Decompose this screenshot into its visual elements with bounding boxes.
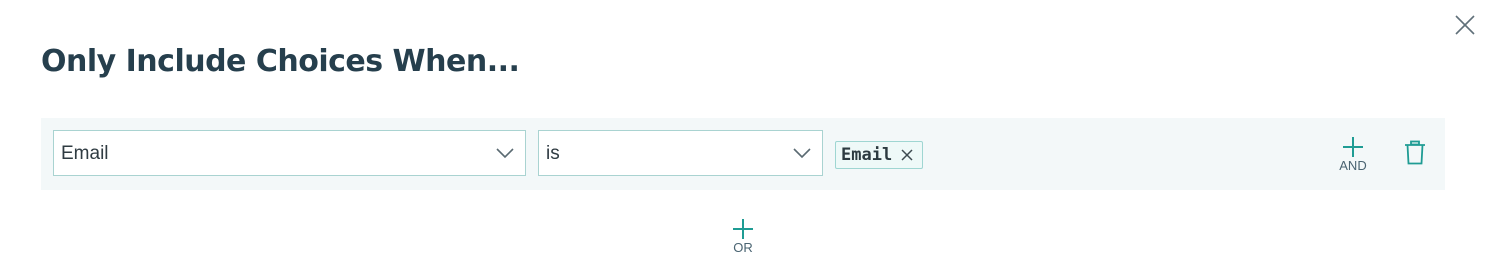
close-icon bbox=[901, 149, 913, 161]
field-select[interactable]: Email bbox=[53, 130, 526, 176]
dialog-title: Only Include Choices When... bbox=[41, 44, 520, 79]
value-chip: Email bbox=[835, 141, 924, 169]
field-select-value: Email bbox=[61, 143, 109, 164]
plus-icon bbox=[1343, 137, 1363, 157]
add-or-button[interactable]: OR bbox=[724, 218, 762, 258]
add-and-button[interactable]: AND bbox=[1331, 136, 1375, 176]
add-and-label: AND bbox=[1339, 158, 1367, 173]
trash-icon bbox=[1405, 140, 1425, 165]
value-chip-label: Email bbox=[841, 145, 893, 165]
operator-select-value: is bbox=[546, 143, 560, 164]
delete-condition-button[interactable] bbox=[1404, 140, 1426, 166]
plus-icon bbox=[733, 219, 753, 239]
remove-value-button[interactable] bbox=[900, 148, 914, 162]
conditions-modal: Only Include Choices When... Email is Em… bbox=[0, 0, 1491, 274]
chevron-down-icon bbox=[793, 148, 811, 159]
chevron-down-icon bbox=[496, 148, 514, 159]
close-button[interactable] bbox=[1453, 13, 1477, 37]
add-or-label: OR bbox=[733, 240, 753, 255]
condition-row: Email is Email AND bbox=[41, 118, 1445, 190]
operator-select[interactable]: is bbox=[538, 130, 823, 176]
close-icon bbox=[1455, 15, 1475, 35]
